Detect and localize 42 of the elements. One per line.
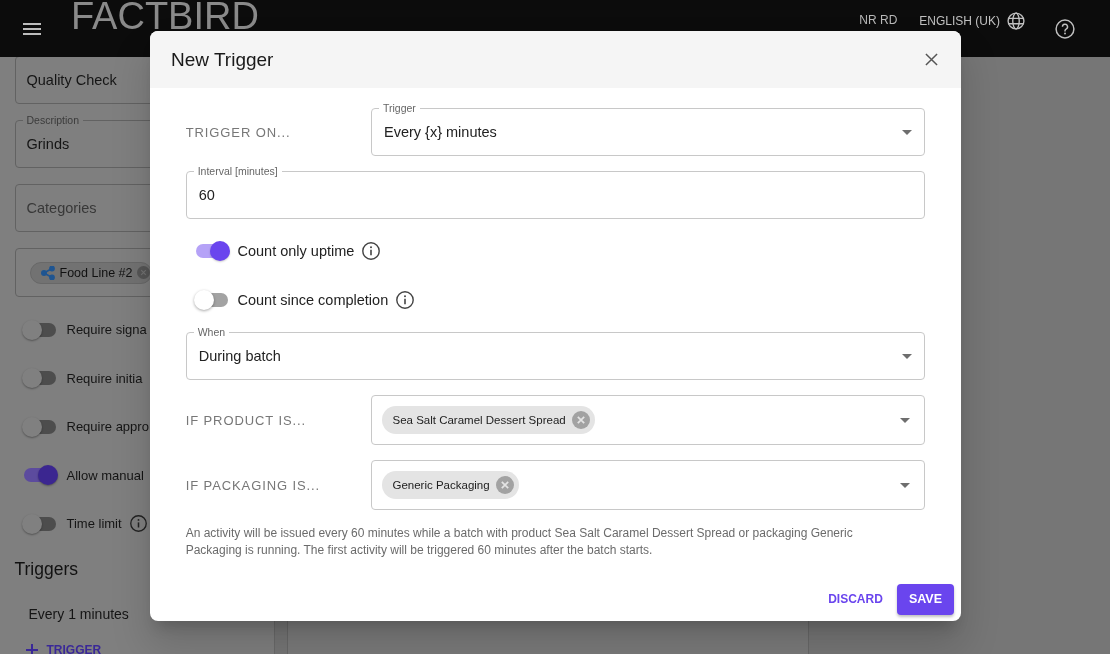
- toggle-switch[interactable]: [194, 241, 230, 261]
- remove-icon[interactable]: [137, 266, 151, 279]
- multi-select-field[interactable]: Sea Salt Caramel Dessert Spread: [371, 395, 925, 445]
- info-icon[interactable]: [362, 242, 381, 260]
- toggle-switch[interactable]: [21, 319, 58, 340]
- field-label: Description: [22, 113, 84, 127]
- network-icon: [40, 265, 55, 280]
- caret-icon: [900, 482, 910, 488]
- section-heading: Triggers: [14, 557, 80, 581]
- toggle-label: Require appro: [66, 419, 149, 434]
- menu-icon[interactable]: [23, 22, 41, 35]
- caret-icon: [902, 129, 912, 135]
- chip-label: Sea Salt Caramel Dessert Spread: [392, 414, 566, 426]
- toggle-label: Time limit: [66, 516, 122, 531]
- close-icon[interactable]: [925, 53, 938, 66]
- language-button[interactable]: ENGLISH (UK): [919, 12, 1025, 30]
- info-icon[interactable]: [396, 291, 415, 309]
- info-icon[interactable]: [129, 515, 147, 532]
- plus-icon: [25, 643, 38, 654]
- chip-label: Generic Packaging: [392, 479, 490, 491]
- row-label: IF PRODUCT IS...: [185, 412, 308, 428]
- summary-text: An activity will be issued every 60 minutes while a batch with product Sea Salt Caramel Dessert Spread or packaging Generic Packaging is running. The first activity will be triggered 60 minutes after the batch starts.: [185, 525, 854, 559]
- caret-icon: [902, 353, 912, 359]
- toggle-switch[interactable]: [21, 368, 58, 388]
- logo: FACTBIRD: [71, 1, 259, 31]
- toggle-switch[interactable]: [21, 513, 58, 534]
- toggle-label: Allow manual: [66, 467, 144, 483]
- chip-label: Food Line #2: [59, 265, 133, 280]
- toggle-label: Require signa: [66, 322, 147, 337]
- field-label: Trigger: [379, 101, 420, 115]
- help-icon[interactable]: [1055, 18, 1075, 39]
- save-button[interactable]: SAVE: [896, 583, 954, 615]
- toggle-switch[interactable]: [21, 416, 58, 437]
- multi-select-field[interactable]: Generic Packaging: [371, 460, 925, 510]
- caret-icon: [900, 417, 910, 423]
- user-name: NR RD: [859, 13, 898, 27]
- row-label: IF PACKAGING IS...: [185, 477, 322, 493]
- globe-icon: [1007, 12, 1025, 30]
- discard-button[interactable]: DISCARD: [820, 586, 891, 612]
- field-label: When: [193, 325, 230, 339]
- toggle-label: Require initia: [66, 370, 143, 386]
- toggle-switch[interactable]: [194, 290, 230, 310]
